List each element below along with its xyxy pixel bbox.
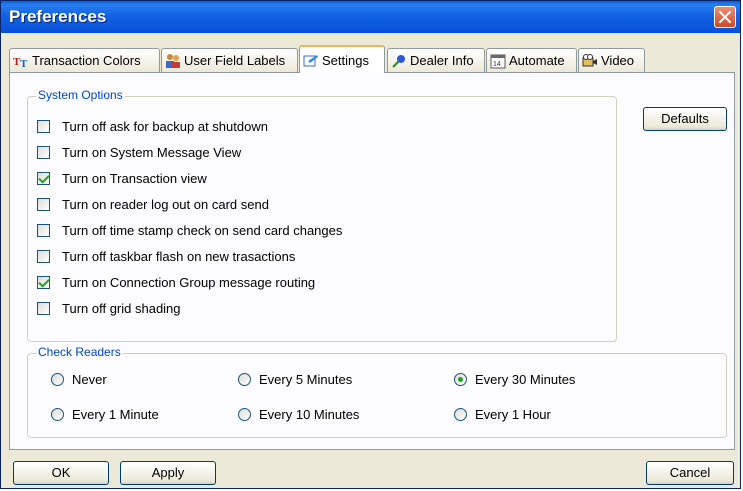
svg-text:T: T: [20, 58, 28, 69]
checkbox[interactable]: [37, 198, 50, 211]
option-label: Turn on System Message View: [62, 145, 242, 160]
radio-label: Never: [72, 372, 107, 387]
option-label: Turn off taskbar flash on new trasaction…: [62, 249, 296, 264]
checkbox[interactable]: [37, 302, 50, 315]
radio-label: Every 5 Minutes: [259, 372, 353, 387]
text-color-icon: TT: [13, 56, 28, 69]
settings-icon: [303, 55, 318, 67]
defaults-button[interactable]: Defaults: [643, 107, 727, 131]
radio-label: Every 30 Minutes: [475, 372, 576, 387]
users-icon: [166, 54, 180, 68]
system-options-group: System Options Turn off ask for backup a…: [27, 88, 617, 342]
checkbox-checked[interactable]: [37, 276, 50, 289]
option-label: Turn on reader log out on card send: [62, 197, 269, 212]
tab-user-field-labels[interactable]: User Field Labels: [161, 48, 298, 72]
check-readers-group: Check Readers Never Every 5 Minutes Ever…: [27, 345, 727, 438]
ok-button[interactable]: OK: [13, 461, 109, 485]
checkbox-checked[interactable]: [37, 172, 50, 185]
tab-label: Dealer Info: [410, 53, 474, 68]
close-icon[interactable]: [714, 6, 736, 28]
camera-icon: [582, 54, 597, 67]
option-label: Turn off time stamp check on send card c…: [62, 223, 343, 238]
pin-icon: [392, 55, 405, 68]
option-label: Turn off ask for backup at shutdown: [62, 119, 268, 134]
radio-button-selected[interactable]: [454, 373, 467, 386]
radio-label: Every 10 Minutes: [259, 407, 360, 422]
svg-text:14: 14: [493, 61, 501, 68]
radio-button[interactable]: [238, 373, 251, 386]
radio-button[interactable]: [51, 373, 64, 386]
check-readers-legend: Check Readers: [36, 345, 123, 359]
tab-automate[interactable]: 14 Automate: [486, 48, 577, 72]
option-label: Turn off grid shading: [62, 301, 181, 316]
radio-label: Every 1 Hour: [475, 407, 551, 422]
tab-label: User Field Labels: [184, 53, 286, 68]
radio-button[interactable]: [454, 408, 467, 421]
tab-label: Transaction Colors: [32, 53, 141, 68]
radio-button[interactable]: [51, 408, 64, 421]
title-bar[interactable]: Preferences: [1, 1, 740, 33]
checkbox[interactable]: [37, 120, 50, 133]
tab-dealer-info[interactable]: Dealer Info: [387, 48, 485, 72]
apply-button[interactable]: Apply: [120, 461, 216, 485]
settings-panel: System Options Turn off ask for backup a…: [9, 72, 735, 450]
cancel-button[interactable]: Cancel: [646, 461, 734, 485]
option-label: Turn on Connection Group message routing: [62, 275, 316, 290]
system-options-legend: System Options: [36, 88, 125, 102]
radio-label: Every 1 Minute: [72, 407, 159, 422]
radio-button[interactable]: [238, 408, 251, 421]
tab-transaction-colors[interactable]: TT Transaction Colors: [9, 48, 160, 72]
preferences-window: Preferences TT Transaction Colors User F…: [0, 0, 741, 489]
tab-label: Settings: [322, 53, 369, 68]
checkbox[interactable]: [37, 224, 50, 237]
tab-video[interactable]: Video: [578, 48, 645, 72]
option-label: Turn on Transaction view: [62, 171, 207, 186]
window-title: Preferences: [9, 7, 107, 26]
calendar-icon: 14: [490, 54, 506, 69]
tab-label: Automate: [509, 53, 565, 68]
checkbox[interactable]: [37, 250, 50, 263]
tab-label: Video: [601, 53, 635, 68]
tab-settings[interactable]: Settings: [299, 45, 385, 73]
checkbox[interactable]: [37, 146, 50, 159]
